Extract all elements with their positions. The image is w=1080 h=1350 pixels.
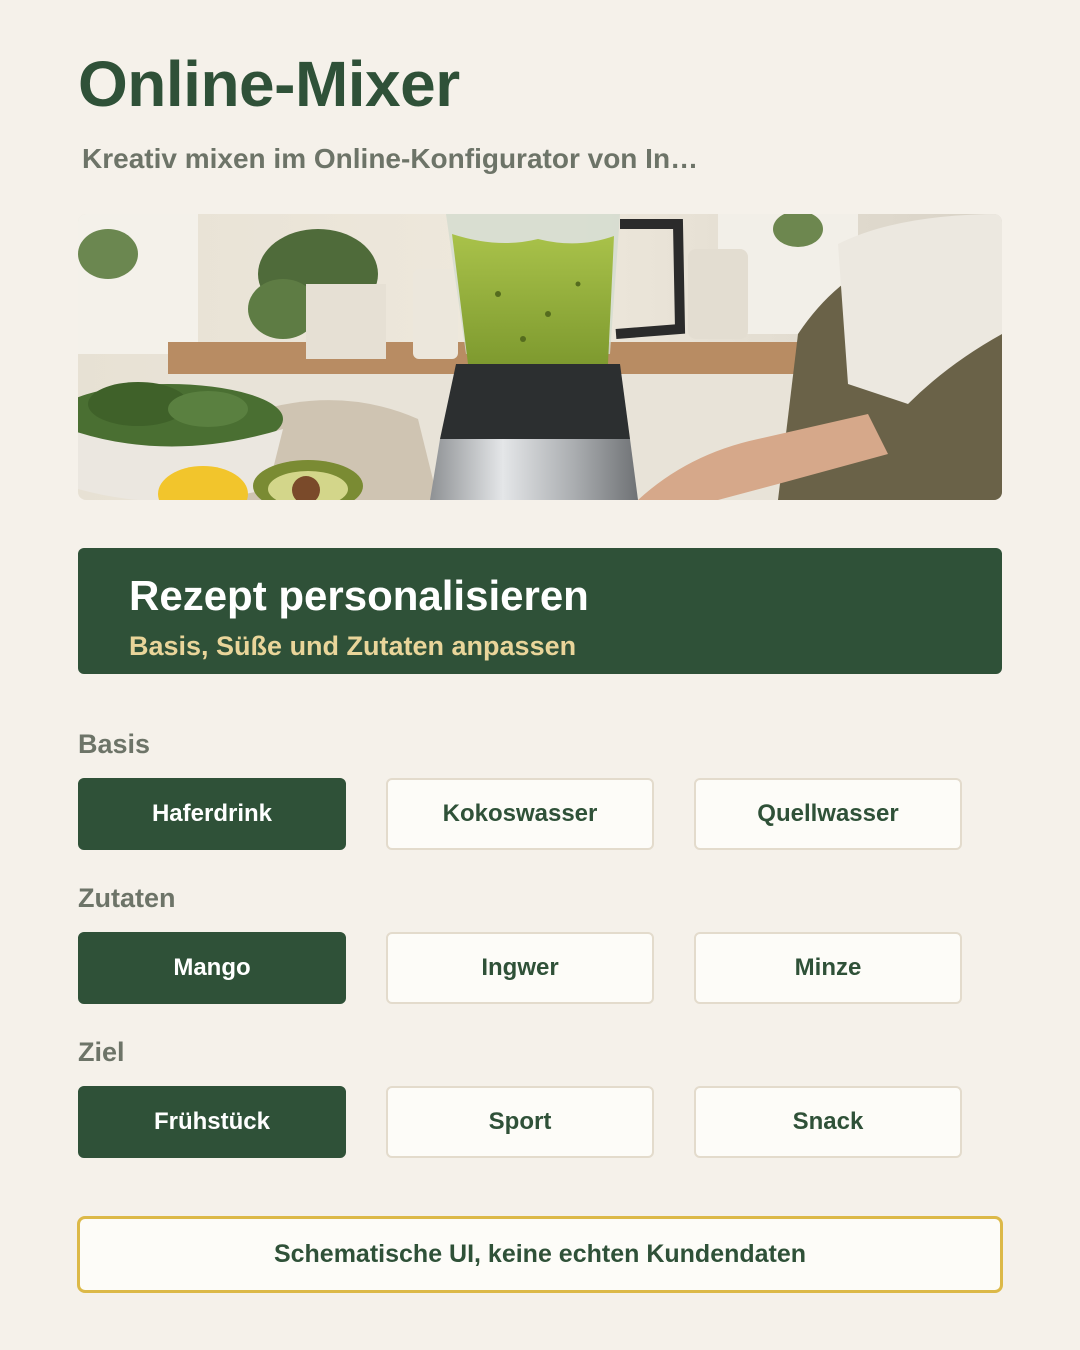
- group-label-zutaten: Zutaten: [78, 883, 176, 913]
- option-kokoswasser[interactable]: Kokoswasser: [386, 778, 654, 850]
- banner-subtitle: Basis, Süße und Zutaten anpassen: [129, 631, 577, 661]
- option-fruehstueck[interactable]: Frühstück: [78, 1086, 346, 1158]
- option-haferdrink[interactable]: Haferdrink: [78, 778, 346, 850]
- hero-image: [78, 214, 1002, 500]
- option-snack[interactable]: Snack: [694, 1086, 962, 1158]
- blender-kitchen-photo: [78, 214, 1002, 500]
- disclaimer-note: Schematische UI, keine echten Kundendate…: [77, 1216, 1003, 1293]
- group-label-basis: Basis: [78, 729, 151, 759]
- option-ingwer[interactable]: Ingwer: [386, 932, 654, 1004]
- page-subtitle: Kreativ mixen im Online-Konfigurator von…: [82, 143, 699, 174]
- option-quellwasser[interactable]: Quellwasser: [694, 778, 962, 850]
- option-minze[interactable]: Minze: [694, 932, 962, 1004]
- banner-title: Rezept personalisieren: [129, 572, 589, 619]
- option-sport[interactable]: Sport: [386, 1086, 654, 1158]
- personalize-banner: Rezept personalisieren Basis, Süße und Z…: [78, 548, 1002, 674]
- option-mango[interactable]: Mango: [78, 932, 346, 1004]
- page-title: Online-Mixer: [78, 48, 460, 120]
- group-label-ziel: Ziel: [78, 1037, 125, 1067]
